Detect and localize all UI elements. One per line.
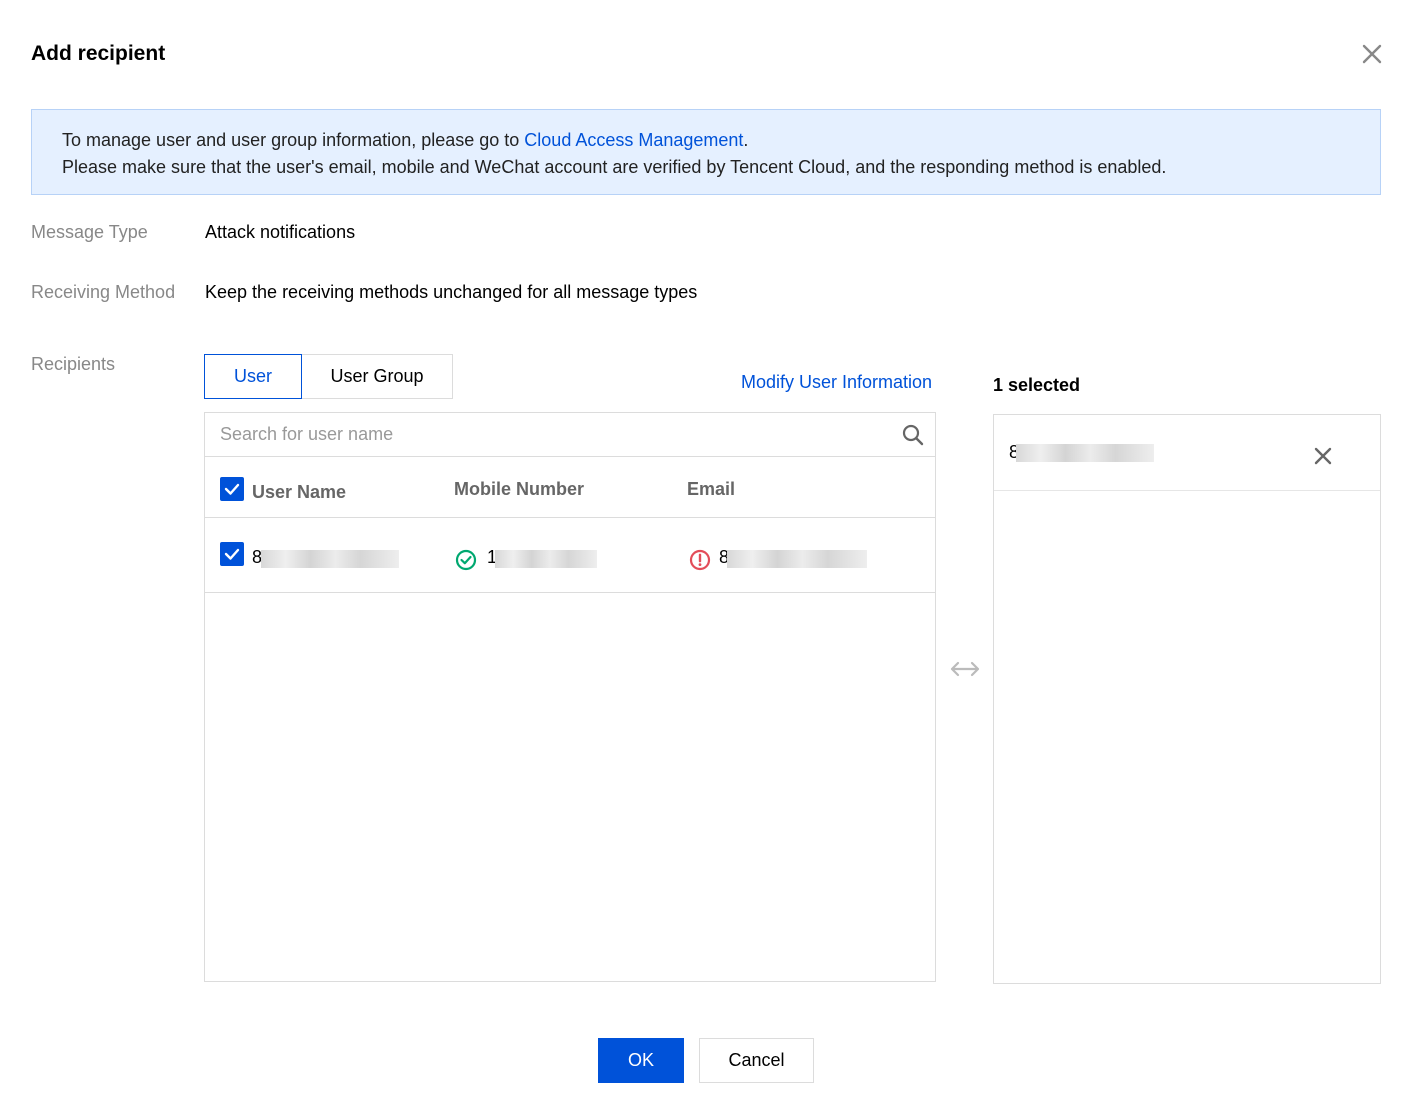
email-redacted (727, 550, 867, 568)
user-name-redacted (261, 550, 399, 568)
check-icon (224, 483, 240, 495)
close-icon (1362, 44, 1382, 64)
notice-period: . (743, 130, 749, 150)
close-icon[interactable] (1312, 445, 1334, 467)
row-checkbox[interactable] (220, 542, 244, 566)
notice-text: To manage user and user group informatio… (62, 130, 525, 150)
tab-user-group[interactable]: User Group (301, 354, 453, 399)
selected-count: 1 selected (993, 375, 1081, 395)
selected-list-panel: 8 (993, 414, 1381, 984)
message-type-label: Message Type (31, 222, 148, 242)
selected-item: 8 (994, 415, 1380, 491)
recipients-label: Recipients (31, 354, 116, 374)
close-button[interactable] (1358, 40, 1386, 68)
selected-item-name-redacted (1016, 444, 1154, 462)
receiving-method-value: Keep the receiving methods unchanged for… (205, 282, 698, 302)
column-user-name: User Name (252, 482, 347, 502)
search-input[interactable] (205, 413, 895, 456)
info-notice: To manage user and user group informatio… (31, 109, 1381, 195)
check-circle-icon (455, 549, 477, 571)
cancel-button[interactable]: Cancel (699, 1038, 814, 1083)
search-bar (205, 413, 935, 457)
column-email: Email (687, 479, 736, 499)
error-circle-icon (689, 549, 711, 571)
notice-line-1: To manage user and user group informatio… (62, 127, 1350, 154)
user-list-panel: User Name Mobile Number Email 8 1 (204, 412, 936, 982)
mobile-redacted (495, 550, 597, 568)
receiving-method-label: Receiving Method (31, 282, 176, 302)
table-header: User Name Mobile Number Email (205, 458, 935, 518)
column-mobile-number: Mobile Number (454, 479, 585, 499)
search-icon[interactable] (901, 423, 925, 447)
dialog-title: Add recipient (31, 42, 166, 65)
arrow-left-right-icon (950, 661, 980, 677)
modify-user-information-link[interactable]: Modify User Information (741, 372, 932, 393)
check-icon (224, 548, 240, 560)
select-all-checkbox[interactable] (220, 477, 244, 501)
notice-line-2: Please make sure that the user's email, … (62, 157, 1167, 177)
ok-button[interactable]: OK (598, 1038, 684, 1083)
tab-user[interactable]: User (204, 354, 302, 399)
table-row[interactable]: 8 1 8 (205, 519, 935, 593)
cloud-access-management-link[interactable]: Cloud Access Management (524, 130, 743, 150)
message-type-value: Attack notifications (205, 222, 356, 242)
